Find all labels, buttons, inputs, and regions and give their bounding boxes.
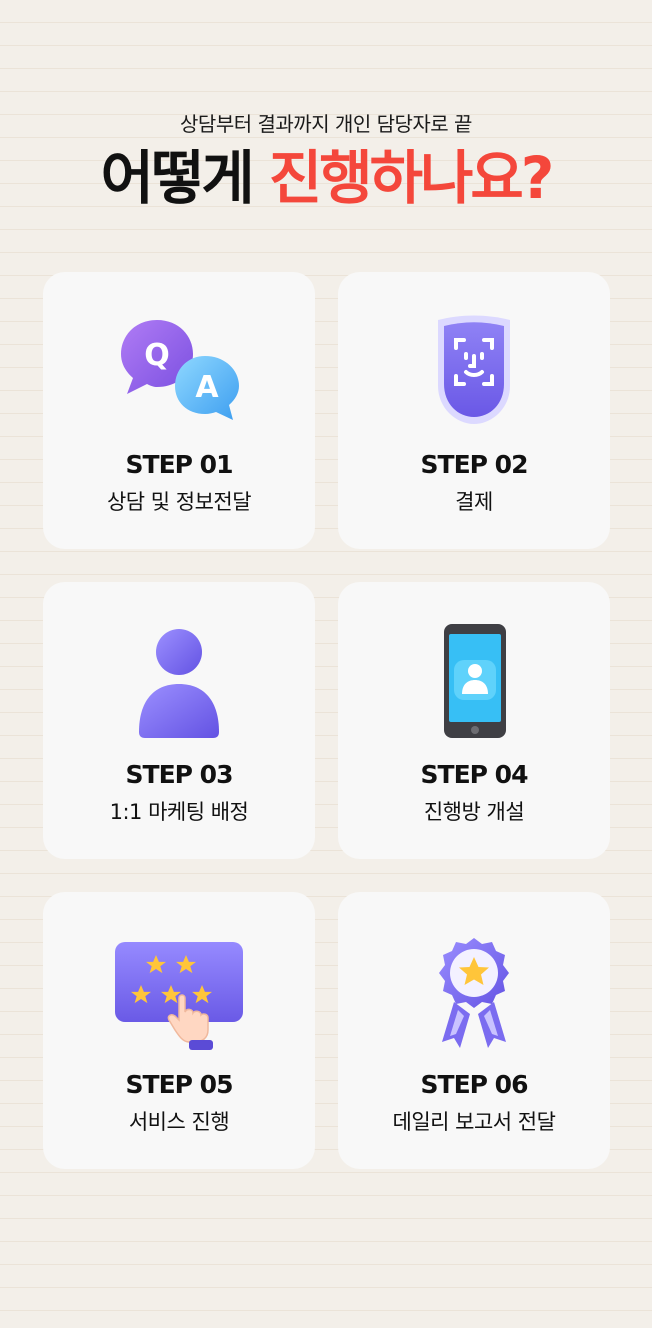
step-card-6: STEP 06 데일리 보고서 전달: [338, 892, 610, 1169]
step-desc-6: 데일리 보고서 전달: [392, 1110, 556, 1134]
step-desc-5: 서비스 진행: [128, 1110, 230, 1134]
header-title: 어떻게 진행하나요?: [0, 140, 652, 216]
award-badge-icon: [439, 938, 509, 1048]
step-card-2: STEP 02 결제: [338, 272, 610, 549]
step-title-3: STEP 03: [125, 760, 234, 789]
step-title-5: STEP 05: [125, 1070, 234, 1099]
step-title-6: STEP 06: [420, 1070, 529, 1099]
title-part2: 진행하나요?: [268, 144, 554, 212]
header-subtitle: 상담부터 결과까지 개인 담당자로 끝: [180, 112, 472, 136]
step-title-4: STEP 04: [420, 760, 529, 789]
step-desc-4: 진행방 개설: [423, 800, 525, 824]
qa-a-letter: A: [195, 370, 219, 405]
step-title-2: STEP 02: [420, 450, 529, 479]
face-id-shield-icon: [438, 315, 510, 424]
person-icon: [139, 629, 219, 738]
qa-q-letter: Q: [144, 338, 170, 373]
step-card-4: STEP 04 진행방 개설: [338, 582, 610, 859]
step-card-1: Q A STEP 01 상담 및 정보전달: [43, 272, 315, 549]
step-desc-1: 상담 및 정보전달: [106, 490, 252, 514]
step-card-5: STEP 05 서비스 진행: [43, 892, 315, 1169]
qa-bubbles-icon: Q A: [121, 320, 239, 420]
step-card-3: STEP 03 1:1 마케팅 배정: [43, 582, 315, 859]
step-desc-2: 결제: [455, 490, 493, 514]
step-title-1: STEP 01: [125, 450, 234, 479]
step-desc-3: 1:1 마케팅 배정: [109, 800, 249, 824]
smartphone-profile-icon: [444, 624, 506, 738]
star-rating-tap-icon: [115, 942, 243, 1050]
title-part1: 어떻게: [100, 144, 255, 212]
